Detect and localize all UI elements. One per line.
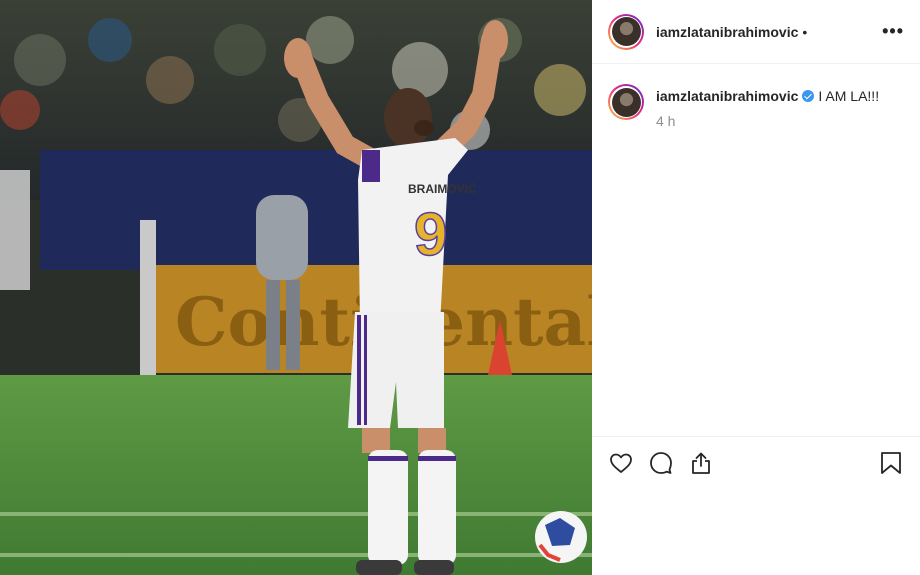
heart-icon: [610, 453, 632, 473]
like-button[interactable]: [608, 450, 634, 476]
avatar[interactable]: [608, 13, 644, 50]
post-header: iamzlatanibrahimovic • •••: [592, 0, 920, 64]
avatar-image: [611, 17, 641, 46]
comment-button[interactable]: [648, 450, 674, 476]
share-icon: [692, 452, 710, 474]
header-username[interactable]: iamzlatanibrahimovic: [656, 24, 798, 40]
header-separator: •: [802, 23, 808, 40]
caption-text: I AM LA!!!: [818, 88, 880, 104]
share-button[interactable]: [688, 450, 714, 476]
instagram-post: Continental: [0, 0, 920, 575]
jersey-number: 9: [414, 201, 447, 268]
jersey-name: BRAIMOVIĆ: [408, 181, 477, 196]
comment-icon: [650, 451, 672, 474]
caption: iamzlatanibrahimovic I AM LA!!! 4 h: [592, 64, 920, 129]
caption-avatar-image: [611, 87, 641, 117]
post-actions: [592, 436, 920, 488]
caption-avatar[interactable]: [608, 84, 644, 120]
bookmark-icon: [881, 451, 901, 474]
post-photo[interactable]: Continental: [0, 0, 592, 575]
more-options-button[interactable]: •••: [882, 21, 904, 42]
post-timestamp[interactable]: 4 h: [656, 113, 879, 129]
save-button[interactable]: [878, 450, 904, 476]
post-side-panel: iamzlatanibrahimovic • ••• iamzlatanibra…: [592, 0, 920, 575]
post-photo-illustration: Continental: [0, 0, 592, 575]
verified-badge-icon: [802, 90, 815, 102]
caption-username[interactable]: iamzlatanibrahimovic: [656, 88, 798, 104]
